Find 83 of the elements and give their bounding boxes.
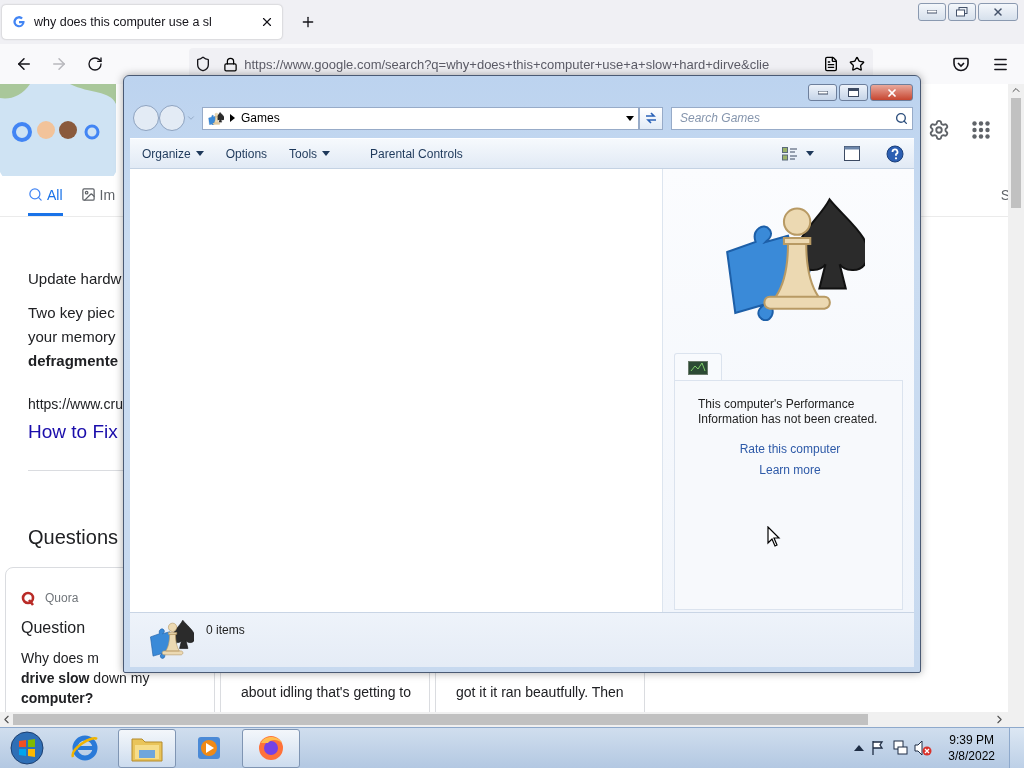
preview-link[interactable]: Rate this computer xyxy=(739,442,841,458)
view-options-icon[interactable] xyxy=(782,146,798,161)
question-text: computer? xyxy=(21,689,94,708)
caret-icon[interactable] xyxy=(854,745,865,751)
help-icon[interactable] xyxy=(886,144,904,163)
taskbar-button[interactable] xyxy=(118,728,176,768)
shield-icon[interactable] xyxy=(195,56,212,72)
close-icon[interactable] xyxy=(260,15,274,29)
clock[interactable]: 9:39 PM 3/8/2022 xyxy=(938,732,1003,764)
image-icon xyxy=(80,187,96,202)
refresh-arrows-icon xyxy=(644,111,658,125)
item-count: 0 items xyxy=(206,623,245,637)
search-tab[interactable]: All xyxy=(28,176,63,216)
network-icon[interactable] xyxy=(892,740,909,756)
firefox-icon xyxy=(256,733,286,763)
question-text: Why does m xyxy=(21,649,99,668)
snippet-text: defragmente xyxy=(28,351,119,371)
close-icon xyxy=(885,86,898,99)
preview-pane-icon[interactable] xyxy=(844,146,860,161)
browser-tab[interactable]: why does this computer use a sl xyxy=(2,5,282,39)
settings-icon[interactable] xyxy=(928,119,950,141)
minimize-icon xyxy=(927,10,937,14)
source-name: Quora xyxy=(45,591,79,605)
result-heading: Update hardw xyxy=(28,269,122,289)
pocket-icon xyxy=(952,56,969,72)
reload-icon xyxy=(86,56,103,72)
monitor-icon xyxy=(688,360,708,375)
horizontal-scrollbar[interactable] xyxy=(0,712,1024,727)
result-link[interactable]: How to Fix xyxy=(28,419,118,445)
close-icon xyxy=(992,6,1004,18)
address-field[interactable]: Games xyxy=(202,106,639,130)
caret-icon xyxy=(195,151,204,156)
google-g-icon xyxy=(12,15,26,29)
browser-e-icon xyxy=(70,733,100,763)
taskbar-button[interactable] xyxy=(242,728,300,768)
toolbar-button[interactable]: Organize xyxy=(138,143,208,164)
toolbar-button[interactable]: Parental Controls xyxy=(366,143,467,164)
question-text: drive slow down my xyxy=(21,669,150,688)
dropdown-caret-icon[interactable] xyxy=(806,151,814,156)
address-text: Games xyxy=(241,111,281,125)
search-field[interactable]: Search Games xyxy=(671,106,913,130)
snippet-text: Two key piec xyxy=(28,303,115,323)
result-url: https://www.cru xyxy=(28,395,123,414)
preview-link[interactable]: Learn more xyxy=(759,463,821,479)
search-icon xyxy=(28,187,43,202)
maximize-button[interactable] xyxy=(839,84,868,101)
plus-icon xyxy=(300,14,316,30)
media-player-icon xyxy=(195,734,223,762)
vertical-scrollbar[interactable] xyxy=(1008,84,1024,712)
card-title: Question xyxy=(21,618,86,638)
restore-button[interactable] xyxy=(948,3,976,21)
scrollbar-thumb[interactable] xyxy=(1011,98,1021,208)
question-text: got it it ran beautfully. Then xyxy=(456,683,624,702)
quora-q-icon xyxy=(21,590,35,606)
search-icon[interactable] xyxy=(895,111,908,125)
reader-view-icon[interactable] xyxy=(823,56,840,72)
tab-title: why does this computer use a sl xyxy=(34,15,213,29)
toolbar-button[interactable]: Options xyxy=(221,143,272,164)
lock-icon[interactable] xyxy=(223,56,239,72)
performance-tab[interactable] xyxy=(674,353,722,382)
url-text: https://www.google.com/search?q=why+does+this+computer+use+a+slow+hard+dirve&clie xyxy=(244,56,771,72)
toolbar-button[interactable]: Tools xyxy=(285,143,335,164)
mouse-cursor-icon xyxy=(767,526,781,547)
games-icon xyxy=(207,110,224,126)
refresh-button[interactable] xyxy=(639,106,663,130)
search-tab[interactable]: Im xyxy=(80,176,116,216)
performance-message: This computer's Performance Information has not been created. xyxy=(698,397,879,428)
minimize-icon xyxy=(817,90,828,95)
clock-date: 3/8/2022 xyxy=(948,748,995,764)
section-heading: Questions xyxy=(28,525,119,550)
clock-time: 9:39 PM xyxy=(949,732,994,748)
windows-logo-icon xyxy=(9,730,45,766)
minimize-button[interactable] xyxy=(808,84,837,101)
restore-icon xyxy=(956,7,968,17)
dropdown-caret-icon[interactable] xyxy=(626,115,634,121)
snippet-text: your memory xyxy=(28,327,116,347)
speaker-muted-icon[interactable] xyxy=(914,740,933,756)
apps-grid-icon[interactable] xyxy=(972,121,990,139)
bookmark-star-icon[interactable] xyxy=(849,56,866,72)
caret-icon xyxy=(322,151,331,156)
question-text: about idling that's getting to xyxy=(241,683,412,702)
breadcrumb-arrow-icon[interactable] xyxy=(230,114,235,122)
maximize-icon xyxy=(848,88,859,97)
